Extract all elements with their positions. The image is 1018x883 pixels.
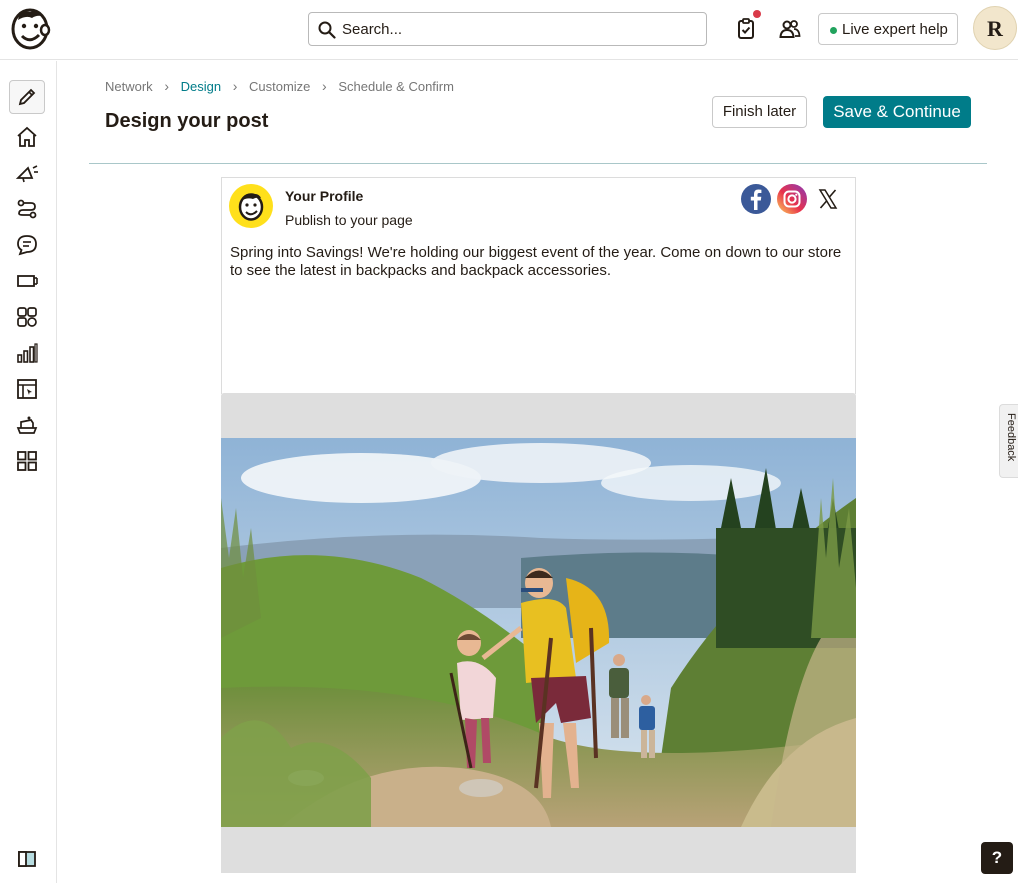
breadcrumb: Network › Design › Customize › Schedule …: [105, 78, 454, 94]
website-icon[interactable]: [14, 376, 40, 402]
signup-form-icon[interactable]: [14, 268, 40, 294]
post-image: [221, 438, 856, 827]
x-icon[interactable]: [812, 183, 844, 215]
profile-avatar: [229, 184, 273, 228]
online-status-dot: [830, 27, 837, 34]
integrations-icon[interactable]: [14, 448, 40, 474]
notification-dot: [753, 10, 761, 18]
profile-subtitle: Publish to your page: [285, 212, 413, 228]
post-media-area[interactable]: [221, 393, 856, 873]
breadcrumb-network[interactable]: Network: [105, 79, 153, 94]
clipboard-check-icon[interactable]: [733, 10, 761, 42]
feedback-label: Feedback: [1005, 413, 1017, 462]
search-placeholder: Search...: [342, 21, 403, 38]
analytics-icon[interactable]: [14, 340, 40, 366]
search-input[interactable]: Search...: [308, 12, 707, 46]
chevron-right-icon: ›: [322, 78, 327, 94]
audience-icon[interactable]: [14, 304, 40, 330]
post-preview-card: Your Profile Publish to your page Spring…: [221, 177, 856, 394]
facebook-icon[interactable]: [740, 183, 772, 215]
live-expert-help-button[interactable]: Live expert help: [818, 13, 958, 45]
chat-icon[interactable]: [14, 232, 40, 258]
live-expert-help-label: Live expert help: [842, 21, 948, 38]
home-icon[interactable]: [14, 124, 40, 150]
pencil-icon[interactable]: [9, 80, 45, 114]
instagram-icon[interactable]: [776, 183, 808, 215]
breadcrumb-schedule-confirm[interactable]: Schedule & Confirm: [338, 79, 454, 94]
save-continue-button[interactable]: Save & Continue: [823, 96, 971, 128]
content-icon[interactable]: [14, 412, 40, 438]
help-button[interactable]: ?: [981, 842, 1013, 874]
user-avatar[interactable]: R: [973, 6, 1017, 50]
feedback-tab[interactable]: Feedback: [999, 404, 1018, 478]
page-title: Design your post: [105, 110, 269, 132]
megaphone-icon[interactable]: [14, 160, 40, 186]
side-navigation: [0, 61, 57, 883]
breadcrumb-customize[interactable]: Customize: [249, 79, 310, 94]
mailchimp-logo-icon[interactable]: [8, 6, 52, 52]
finish-later-button[interactable]: Finish later: [712, 96, 807, 128]
chevron-right-icon: ›: [164, 78, 169, 94]
automation-icon[interactable]: [14, 196, 40, 222]
header-divider: [89, 163, 987, 164]
post-text[interactable]: Spring into Savings! We're holding our b…: [230, 244, 850, 280]
chevron-right-icon: ›: [232, 78, 238, 94]
breadcrumb-design[interactable]: Design: [181, 79, 221, 94]
profile-name: Your Profile: [285, 188, 364, 204]
top-bar: Search... Live expert help R: [0, 0, 1018, 60]
search-icon: [318, 21, 336, 39]
users-icon[interactable]: [777, 16, 803, 42]
panel-toggle-icon[interactable]: [18, 851, 36, 867]
